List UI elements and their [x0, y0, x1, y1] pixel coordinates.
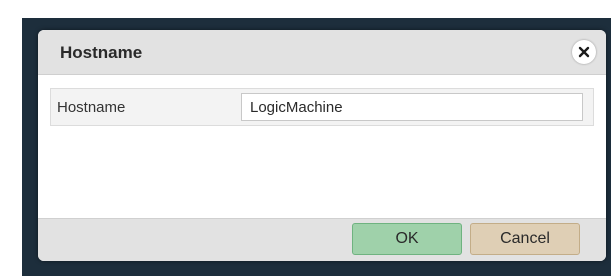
close-button[interactable] [572, 40, 596, 64]
cancel-button[interactable]: Cancel [470, 223, 580, 255]
close-icon [578, 46, 590, 58]
screen: Hostname Hostname OK Cancel [0, 0, 611, 276]
hostname-input[interactable] [241, 93, 583, 121]
ok-button[interactable]: OK [352, 223, 462, 255]
hostname-field-row: Hostname [50, 88, 594, 126]
dialog-title: Hostname [60, 43, 143, 62]
hostname-label: Hostname [57, 99, 126, 116]
dialog-footer: OK Cancel [38, 218, 606, 261]
hostname-dialog: Hostname Hostname OK Cancel [38, 30, 606, 261]
dialog-header: Hostname [38, 30, 606, 75]
